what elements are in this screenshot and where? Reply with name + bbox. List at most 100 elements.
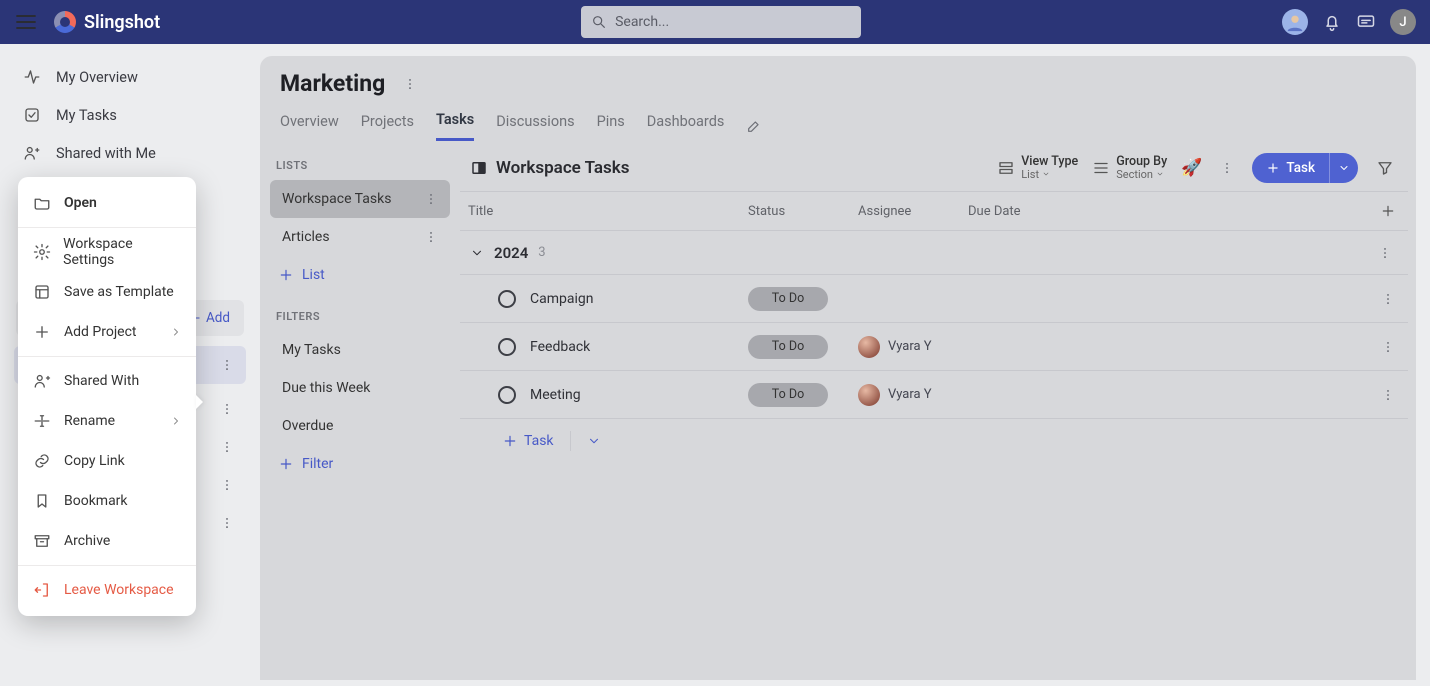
tab-pins[interactable]: Pins: [597, 113, 625, 140]
col-status[interactable]: Status: [748, 204, 858, 219]
chevron-right-icon: [170, 415, 182, 427]
filter-item-label: My Tasks: [282, 342, 341, 358]
more-icon[interactable]: [216, 398, 238, 420]
filter-item-overdue[interactable]: Overdue: [270, 407, 450, 445]
filter-icon[interactable]: [1372, 155, 1398, 181]
ctx-leave-workspace[interactable]: Leave Workspace: [18, 570, 196, 610]
rename-icon: [32, 412, 52, 430]
filter-item-label: Due this Week: [282, 380, 370, 396]
bell-icon[interactable]: [1322, 12, 1342, 32]
ctx-add-project[interactable]: Add Project: [18, 312, 196, 352]
filter-item-label: Overdue: [282, 418, 333, 434]
group-more-icon[interactable]: [1374, 242, 1396, 264]
assignee-cell[interactable]: Vyara Y: [858, 384, 968, 406]
page-more-icon[interactable]: [399, 73, 421, 95]
ctx-label: Open: [64, 195, 97, 211]
task-row[interactable]: Meeting To Do Vyara Y: [460, 371, 1408, 419]
more-icon[interactable]: [216, 436, 238, 458]
group-by-dropdown[interactable]: Group By Section: [1092, 155, 1167, 181]
leave-icon: [32, 581, 52, 599]
list-item-workspace-tasks[interactable]: Workspace Tasks: [270, 180, 450, 218]
task-more-icon[interactable]: [1368, 388, 1408, 402]
ctx-workspace-settings[interactable]: Workspace Settings: [18, 232, 196, 272]
task-complete-radio[interactable]: [498, 338, 516, 356]
sidebar-item-overview[interactable]: My Overview: [0, 58, 260, 96]
tab-tasks[interactable]: Tasks: [436, 111, 474, 141]
group-icon: [1092, 159, 1110, 177]
profile-avatar[interactable]: [1282, 9, 1308, 35]
sidebar-item-label: Shared with Me: [56, 145, 156, 162]
ctx-bookmark[interactable]: Bookmark: [18, 481, 196, 521]
sidebar-add-label: Add: [206, 310, 230, 326]
group-row-2024[interactable]: 2024 3: [460, 231, 1408, 275]
ctx-rename[interactable]: Rename: [18, 401, 196, 441]
new-task-button-main[interactable]: Task: [1252, 160, 1329, 176]
person-share-icon: [22, 144, 42, 162]
ctx-archive[interactable]: Archive: [18, 521, 196, 561]
status-chip[interactable]: To Do: [748, 287, 828, 311]
chat-icon[interactable]: [1356, 12, 1376, 32]
task-complete-radio[interactable]: [498, 386, 516, 404]
gear-icon: [32, 243, 51, 261]
add-list[interactable]: List: [270, 256, 450, 294]
hamburger-menu[interactable]: [14, 10, 38, 34]
archive-icon: [32, 532, 52, 550]
view-type-dropdown[interactable]: View Type List: [997, 155, 1078, 181]
user-avatar[interactable]: J: [1390, 9, 1416, 35]
rocket-icon[interactable]: 🚀: [1181, 158, 1202, 178]
list-item-articles[interactable]: Articles: [270, 218, 450, 256]
brand-name: Slingshot: [84, 12, 160, 33]
sidebar-item-shared[interactable]: Shared with Me: [0, 134, 260, 172]
tab-dashboards[interactable]: Dashboards: [647, 113, 725, 140]
more-icon[interactable]: [216, 474, 238, 496]
add-filter[interactable]: Filter: [270, 445, 450, 483]
brand-logo-icon: [54, 11, 76, 33]
tab-overview[interactable]: Overview: [280, 113, 339, 140]
add-task-inline[interactable]: Task: [502, 433, 554, 449]
tasks-more-icon[interactable]: [1216, 157, 1238, 179]
ctx-label: Rename: [64, 413, 115, 429]
search-input[interactable]: Search...: [581, 6, 861, 38]
more-icon[interactable]: [216, 354, 238, 376]
new-task-button-dropdown[interactable]: [1329, 153, 1358, 183]
status-chip[interactable]: To Do: [748, 335, 828, 359]
add-task-dropdown[interactable]: [587, 434, 601, 448]
filter-item-due-week[interactable]: Due this Week: [270, 369, 450, 407]
sidebar-item-mytasks[interactable]: My Tasks: [0, 96, 260, 134]
task-more-icon[interactable]: [1368, 340, 1408, 354]
bookmark-icon: [32, 492, 52, 510]
sidebar-item-label: My Overview: [56, 69, 138, 86]
list-view-icon: [997, 159, 1015, 177]
col-assignee[interactable]: Assignee: [858, 204, 968, 219]
ctx-shared-with[interactable]: Shared With: [18, 361, 196, 401]
tab-projects[interactable]: Projects: [361, 113, 414, 140]
tab-bar: Overview Projects Tasks Discussions Pins…: [280, 111, 1396, 141]
more-icon[interactable]: [216, 512, 238, 534]
tab-discussions[interactable]: Discussions: [496, 113, 574, 140]
new-task-button: Task: [1252, 153, 1358, 183]
chevron-down-icon[interactable]: [470, 246, 484, 260]
task-row[interactable]: Feedback To Do Vyara Y: [460, 323, 1408, 371]
add-column-button[interactable]: [1368, 203, 1408, 219]
filter-item-mytasks[interactable]: My Tasks: [270, 331, 450, 369]
ctx-label: Leave Workspace: [64, 582, 174, 598]
task-more-icon[interactable]: [1368, 292, 1408, 306]
activity-icon: [22, 68, 42, 86]
more-icon[interactable]: [420, 226, 442, 248]
chevron-right-icon: [170, 326, 182, 338]
edit-tabs-icon[interactable]: [746, 118, 762, 134]
plus-icon: [32, 323, 52, 341]
task-complete-radio[interactable]: [498, 290, 516, 308]
ctx-open[interactable]: Open: [18, 183, 196, 223]
person-plus-icon: [32, 372, 52, 390]
col-duedate[interactable]: Due Date: [968, 204, 1098, 219]
task-row[interactable]: Campaign To Do: [460, 275, 1408, 323]
search-placeholder: Search...: [615, 14, 669, 30]
more-icon[interactable]: [420, 188, 442, 210]
status-chip[interactable]: To Do: [748, 383, 828, 407]
col-title[interactable]: Title: [468, 204, 748, 219]
column-headers: Title Status Assignee Due Date: [460, 191, 1408, 231]
assignee-cell[interactable]: Vyara Y: [858, 336, 968, 358]
ctx-save-template[interactable]: Save as Template: [18, 272, 196, 312]
ctx-copy-link[interactable]: Copy Link: [18, 441, 196, 481]
